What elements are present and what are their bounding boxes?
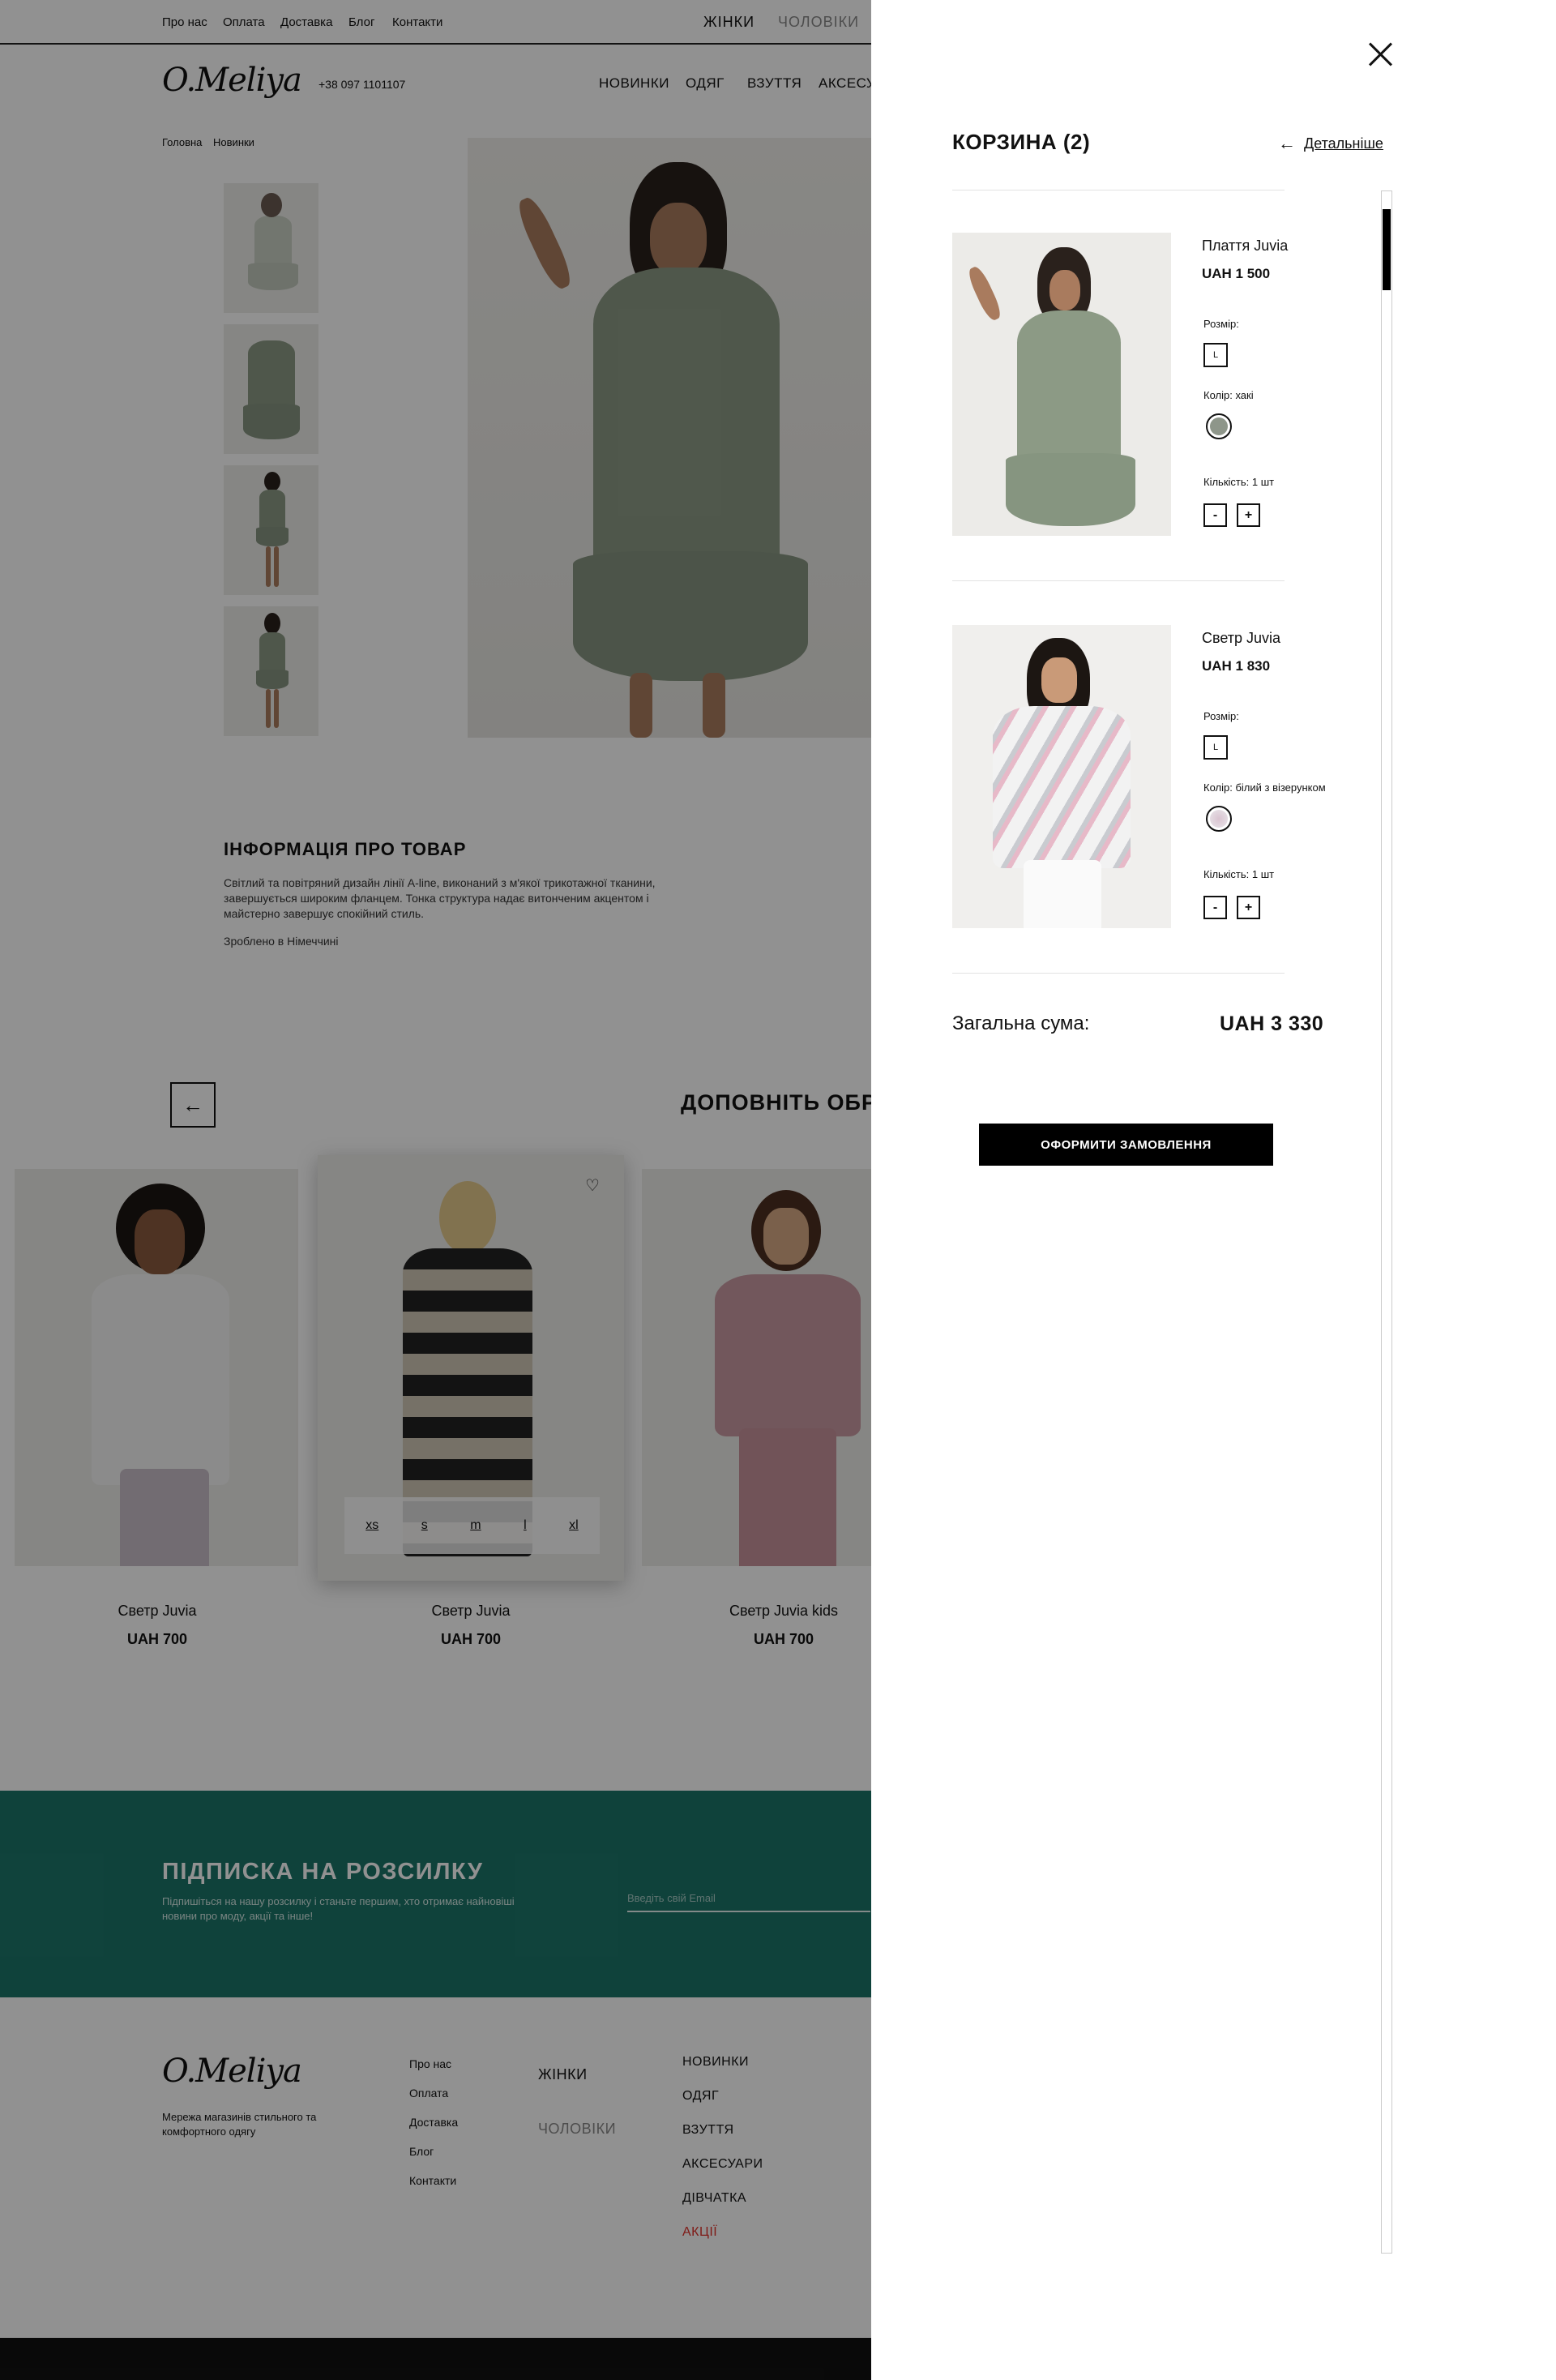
cart-item-name[interactable]: Светр Juvia xyxy=(1202,630,1280,647)
cart-item-color-label: Колір: білий з візерунком xyxy=(1203,781,1326,794)
cart-item-size[interactable]: L xyxy=(1203,735,1228,760)
divider xyxy=(952,580,1285,581)
qty-minus-button[interactable]: - xyxy=(1203,503,1227,527)
cart-title: КОРЗИНА (2) xyxy=(952,130,1091,154)
cart-details-link[interactable]: ← Детальніше xyxy=(1278,133,1383,154)
cart-item-color-swatch[interactable] xyxy=(1206,806,1232,832)
cart-total-value: UAH 3 330 xyxy=(1220,1012,1324,1035)
cart-scrollbar[interactable] xyxy=(1381,190,1392,2254)
cart-item-size-label: Розмір: xyxy=(1203,710,1239,722)
qty-minus-button[interactable]: - xyxy=(1203,896,1227,919)
arrow-left-icon: ← xyxy=(1278,133,1296,153)
cart-details-label: Детальніше xyxy=(1304,135,1383,152)
cart-item-color-label: Колір: хакі xyxy=(1203,389,1254,401)
cart-item-color-swatch[interactable] xyxy=(1206,413,1232,439)
cart-item-qty-label: Кількість: 1 шт xyxy=(1203,476,1275,488)
cart-scrollbar-thumb[interactable] xyxy=(1383,209,1391,290)
cart-item-size-label: Розмір: xyxy=(1203,318,1239,330)
qty-plus-button[interactable]: + xyxy=(1237,503,1260,527)
cart-item-qty-label: Кількість: 1 шт xyxy=(1203,868,1275,880)
checkout-button[interactable]: ОФОРМИТИ ЗАМОВЛЕННЯ xyxy=(979,1124,1273,1166)
cart-total-label: Загальна сума: xyxy=(952,1012,1090,1034)
modal-backdrop[interactable] xyxy=(0,0,871,2380)
close-icon[interactable] xyxy=(1366,41,1394,68)
qty-plus-button[interactable]: + xyxy=(1237,896,1260,919)
cart-item-image[interactable] xyxy=(952,625,1171,928)
cart-item-size[interactable]: L xyxy=(1203,343,1228,367)
divider xyxy=(952,973,1285,974)
cart-item-price: UAH 1 830 xyxy=(1202,658,1271,674)
cart-item-name[interactable]: Плаття Juvia xyxy=(1202,238,1288,255)
cart-item-price: UAH 1 500 xyxy=(1202,266,1271,281)
cart-item-image[interactable] xyxy=(952,233,1171,536)
